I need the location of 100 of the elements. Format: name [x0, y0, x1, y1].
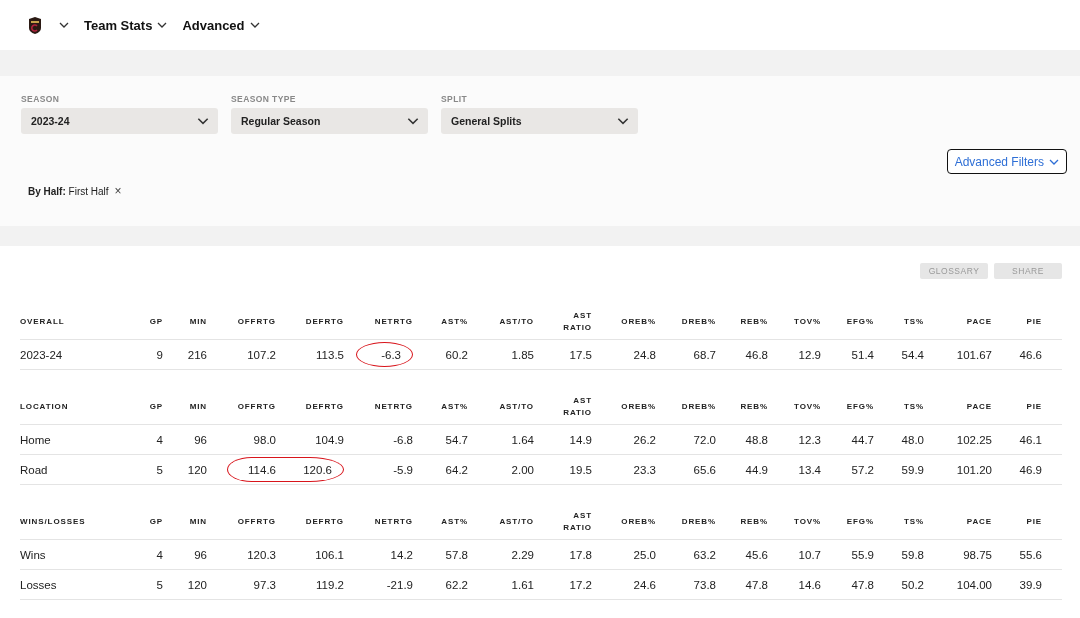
remove-filter-button[interactable]: × [114, 184, 122, 198]
column-header: MIN [188, 401, 207, 413]
table-cell-text: 104.00 [955, 577, 992, 593]
column-header: DREB% [680, 316, 716, 328]
table-cell-text: 13.4 [797, 462, 821, 478]
column-header: DEFRTG [304, 401, 344, 413]
table-cell-text: 47.8 [744, 577, 768, 593]
column-header: TOV% [793, 401, 821, 413]
table-cell-text: 4 [155, 432, 163, 448]
column-header: PACE [965, 316, 992, 328]
column-header: AST RATIO [562, 310, 592, 334]
table-cell-text: 44.7 [850, 432, 874, 448]
table-cell-text: 120 [186, 577, 207, 593]
column-header: OFFRTG [236, 401, 276, 413]
nav-menu[interactable]: Advanced [182, 17, 261, 33]
column-header: OREB% [620, 401, 656, 413]
table-cell-text: 5 [155, 462, 163, 478]
table-cell-text: 14.9 [568, 432, 592, 448]
nav-menu[interactable]: Team Stats [84, 17, 169, 33]
column-header: AST RATIO [562, 510, 592, 534]
table-cell-text: 19.5 [568, 462, 592, 478]
column-header: GP [148, 516, 163, 528]
table-cell-text: 104.9 [314, 432, 344, 448]
table-cell-text: 47.8 [850, 577, 874, 593]
table-cell-text: 39.9 [1018, 577, 1042, 593]
table-cell-text: 96 [193, 432, 207, 448]
column-header: EFG% [845, 516, 874, 528]
row-label: Home [20, 433, 52, 446]
table-cell-text: 17.2 [568, 577, 592, 593]
table-cell-text: 73.8 [692, 577, 716, 593]
table-cell-text: 64.2 [444, 462, 468, 478]
row-label: Losses [20, 578, 58, 591]
table-cell-text: 17.5 [568, 347, 592, 363]
filter-label: SPLIT [441, 94, 469, 104]
table-cell-text: 23.3 [632, 462, 656, 478]
table-cell-text: 62.2 [444, 577, 468, 593]
column-header: EFG% [845, 401, 874, 413]
table-cell-text: 54.4 [900, 347, 924, 363]
column-header: TS% [902, 316, 924, 328]
table-cell-text: 1.61 [510, 577, 534, 593]
column-header: OFFRTG [236, 516, 276, 528]
table-cell-text: 14.2 [389, 547, 413, 563]
column-header: NETRTG [373, 401, 413, 413]
column-header: AST% [440, 401, 468, 413]
column-header: DREB% [680, 516, 716, 528]
table-cell-text: 216 [186, 347, 207, 363]
table-cell-text: 65.6 [692, 462, 716, 478]
column-header: NETRTG [373, 516, 413, 528]
table-cell-text: 48.0 [900, 432, 924, 448]
column-header: AST RATIO [562, 395, 592, 419]
row-label: Wins [20, 548, 47, 561]
table-cell-text: 10.7 [797, 547, 821, 563]
table-cell-text: 55.6 [1018, 547, 1042, 563]
table-cell-text: 57.8 [444, 547, 468, 563]
table-cell-text: 55.9 [850, 547, 874, 563]
table-cell-text: 120.3 [246, 547, 276, 563]
row-label: Road [20, 463, 49, 476]
table-cell-text: 106.1 [314, 547, 344, 563]
column-header: DREB% [680, 401, 716, 413]
column-header: GP [148, 316, 163, 328]
filter-select[interactable]: Regular Season [231, 108, 428, 134]
table-cell-text: 5 [155, 577, 163, 593]
table-cell-text: 50.2 [900, 577, 924, 593]
column-header: DEFRTG [304, 516, 344, 528]
active-filter: By Half: First Half [28, 185, 109, 197]
table-cell-text: 98.75 [962, 547, 992, 563]
table-cell-text: 44.9 [744, 462, 768, 478]
column-header: AST% [440, 516, 468, 528]
table-cell-text: 68.7 [692, 347, 716, 363]
filter-label: SEASON [21, 94, 61, 104]
filter-label: SEASON TYPE [231, 94, 297, 104]
column-header: OREB% [620, 316, 656, 328]
column-header: PIE [1025, 401, 1042, 413]
table-cell-text: 72.0 [692, 432, 716, 448]
table-cell-text: 59.9 [900, 462, 924, 478]
column-header: REB% [739, 516, 768, 528]
table-cell: -6.3 [344, 340, 413, 369]
team-logo-icon[interactable] [28, 16, 42, 34]
row-label: 2023-24 [20, 348, 64, 361]
table-cell: 120.6 [276, 455, 344, 484]
table-cell-text: 9 [155, 347, 163, 363]
column-header: MIN [188, 516, 207, 528]
column-header: AST% [440, 316, 468, 328]
filter-select[interactable]: General Splits [441, 108, 638, 134]
table-cell-text: 120 [186, 462, 207, 478]
table-cell-text: 46.1 [1018, 432, 1042, 448]
table-cell-text: 97.3 [252, 577, 276, 593]
table-cell-text: -21.9 [385, 577, 413, 593]
column-header: AST/TO [498, 401, 534, 413]
table-cell-text: -6.8 [392, 432, 413, 448]
filter-select[interactable]: 2023-24 [21, 108, 218, 134]
table-cell-text: 63.2 [692, 547, 716, 563]
table-cell-text: 17.8 [568, 547, 592, 563]
table-cell-text: 1.85 [510, 347, 534, 363]
table-cell-text: 54.7 [444, 432, 468, 448]
advanced-filters-button[interactable]: Advanced Filters [946, 149, 1067, 174]
section-title: OVERALL [20, 316, 66, 328]
column-header: DEFRTG [304, 316, 344, 328]
table-cell-text: 48.8 [744, 432, 768, 448]
table-cell-text: 45.6 [744, 547, 768, 563]
